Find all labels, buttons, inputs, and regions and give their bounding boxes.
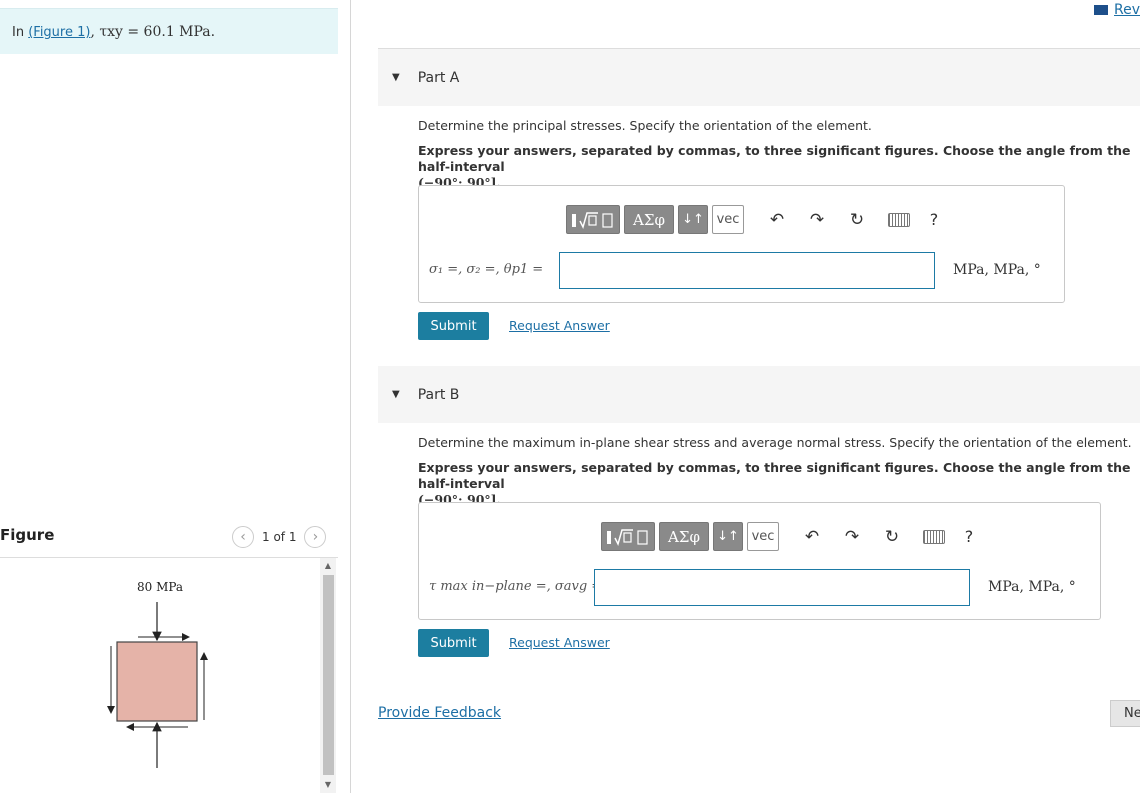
stress-element-diagram bbox=[107, 602, 208, 768]
part-b-question: Determine the maximum in-plane shear str… bbox=[418, 435, 1132, 450]
part-a-instruction-text: Express your answers, separated by comma… bbox=[418, 143, 1131, 174]
part-b-math-toolbar: ΑΣφ ↓↑ vec ↶ ↷ ↻ ? bbox=[601, 522, 984, 551]
templates-icon bbox=[572, 211, 613, 229]
part-b-units: MPa, MPa, ° bbox=[988, 579, 1076, 595]
next-figure-button[interactable]: › bbox=[304, 526, 327, 548]
review-link[interactable]: Rev bbox=[1094, 2, 1140, 18]
part-b-request-answer-link[interactable]: Request Answer bbox=[509, 635, 610, 650]
figure-scrollbar-thumb[interactable] bbox=[323, 575, 334, 775]
part-b-title: Part B bbox=[417, 386, 460, 403]
intro-prefix: In bbox=[12, 25, 29, 40]
provide-feedback-link[interactable]: Provide Feedback bbox=[378, 705, 501, 721]
undo-icon[interactable]: ↶ bbox=[762, 205, 792, 234]
greek-symbols-button[interactable]: ΑΣφ bbox=[624, 205, 674, 234]
figure-page-count: 1 of 1 bbox=[262, 530, 297, 544]
review-label: Rev bbox=[1114, 2, 1140, 18]
help-icon[interactable]: ? bbox=[919, 205, 949, 234]
figure-title: Figure bbox=[0, 526, 55, 544]
vector-button[interactable]: vec bbox=[712, 205, 744, 234]
redo-icon[interactable]: ↷ bbox=[802, 205, 832, 234]
keyboard-icon[interactable] bbox=[923, 529, 945, 544]
prev-figure-button[interactable]: ‹ bbox=[232, 526, 254, 548]
scroll-down-icon[interactable]: ▼ bbox=[320, 777, 336, 793]
help-icon[interactable]: ? bbox=[954, 522, 984, 551]
undo-icon[interactable]: ↶ bbox=[797, 522, 827, 551]
stress-element-square bbox=[116, 641, 198, 722]
shear-stress-value: , τxy = 60.1 MPa. bbox=[90, 24, 216, 40]
part-a-units: MPa, MPa, ° bbox=[953, 262, 1041, 278]
greek-symbols-button[interactable]: ΑΣφ bbox=[659, 522, 709, 551]
part-a-title: Part A bbox=[417, 69, 460, 86]
next-button[interactable]: Next bbox=[1110, 700, 1140, 727]
part-b-instruction-text: Express your answers, separated by comma… bbox=[418, 460, 1131, 491]
part-b-header[interactable]: ▼ Part B bbox=[378, 366, 1140, 423]
templates-icon bbox=[607, 528, 648, 546]
redo-icon[interactable]: ↷ bbox=[837, 522, 867, 551]
part-a-math-toolbar: ΑΣφ ↓↑ vec ↶ ↷ ↻ ? bbox=[566, 205, 949, 234]
part-b-instructions: Express your answers, separated by comma… bbox=[418, 460, 1133, 508]
part-a-question: Determine the principal stresses. Specif… bbox=[418, 118, 872, 133]
figure-pager: ‹ 1 of 1 › bbox=[232, 526, 327, 548]
collapse-caret-icon: ▼ bbox=[392, 389, 400, 400]
part-a-header[interactable]: ▼ Part A bbox=[378, 49, 1140, 106]
subscript-superscript-button[interactable]: ↓↑ bbox=[713, 522, 743, 551]
templates-button[interactable] bbox=[566, 205, 620, 234]
vector-button[interactable]: vec bbox=[747, 522, 779, 551]
figure-link[interactable]: (Figure 1) bbox=[28, 25, 90, 40]
part-a-answer-box: ΑΣφ ↓↑ vec ↶ ↷ ↻ ? σ₁ =, σ₂ =, θp1 = MPa… bbox=[418, 185, 1065, 303]
part-a-request-answer-link[interactable]: Request Answer bbox=[509, 318, 610, 333]
keyboard-icon[interactable] bbox=[888, 212, 910, 227]
collapse-caret-icon: ▼ bbox=[392, 72, 400, 83]
part-a-submit-button[interactable]: Submit bbox=[418, 312, 489, 340]
figure-panel: 80 MPa bbox=[0, 558, 318, 793]
part-a-instructions: Express your answers, separated by comma… bbox=[418, 143, 1133, 191]
book-icon bbox=[1094, 5, 1108, 15]
reset-icon[interactable]: ↻ bbox=[877, 522, 907, 551]
problem-intro: In (Figure 1), τxy = 60.1 MPa. bbox=[0, 8, 338, 54]
templates-button[interactable] bbox=[601, 522, 655, 551]
part-a-answer-label: σ₁ =, σ₂ =, θp1 = bbox=[429, 262, 544, 277]
scroll-up-icon[interactable]: ▲ bbox=[320, 558, 336, 574]
reset-icon[interactable]: ↻ bbox=[842, 205, 872, 234]
part-a-answer-input[interactable] bbox=[559, 252, 935, 289]
column-divider bbox=[350, 0, 351, 793]
part-b-submit-button[interactable]: Submit bbox=[418, 629, 489, 657]
subscript-superscript-button[interactable]: ↓↑ bbox=[678, 205, 708, 234]
part-b-answer-input[interactable] bbox=[594, 569, 970, 606]
part-b-answer-box: ΑΣφ ↓↑ vec ↶ ↷ ↻ ? τ max in−plane =, σav… bbox=[418, 502, 1101, 620]
